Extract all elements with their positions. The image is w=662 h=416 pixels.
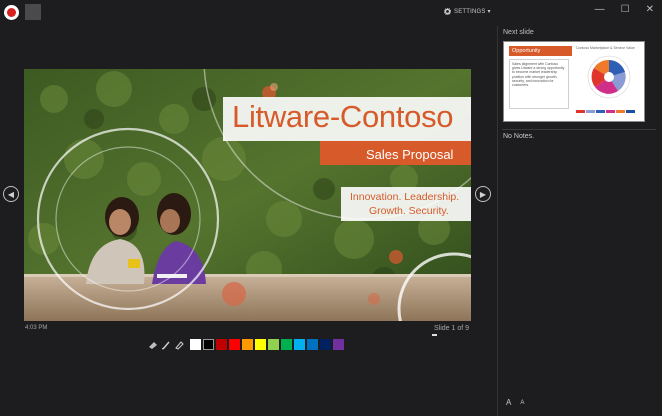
pen-color-swatch[interactable] [294,339,305,350]
legend-chip [616,110,625,113]
increase-font-button[interactable]: A [506,398,511,407]
settings-label: SETTINGS ▾ [454,9,491,15]
pen-color-swatch[interactable] [320,339,331,350]
pen-color-swatch[interactable] [203,339,214,350]
legend-chip [626,110,635,113]
next-slide-body: Sales alignment with Contoso gives Litwa… [509,59,569,109]
next-slide-thumbnail[interactable]: Opportunity Sales alignment with Contoso… [503,41,645,122]
next-slide-button[interactable]: ▶ [475,186,491,202]
next-slide-pie-chart [587,55,631,99]
decrease-font-button[interactable]: A [520,398,524,407]
chevron-right-icon: ▶ [479,189,487,199]
settings-button[interactable]: SETTINGS ▾ [444,8,491,15]
slide-title: Litware-Contoso [232,99,454,134]
pen-color-swatch[interactable] [216,339,227,350]
annotation-toolbar [147,339,344,350]
eraser-tool[interactable] [147,339,158,350]
next-slide-label: Next slide [503,29,534,36]
legend-chip [576,110,585,113]
pen-color-swatch[interactable] [268,339,279,350]
pen-color-swatch[interactable] [333,339,344,350]
next-slide-chart-title: Contoso Marketplace & Service Value [576,46,635,50]
chevron-left-icon: ◀ [7,189,15,199]
pen-color-swatch[interactable] [190,339,201,350]
pen-color-swatch[interactable] [307,339,318,350]
pen-color-palette [190,339,344,350]
next-slide-header: Opportunity [509,46,572,56]
pen-color-swatch[interactable] [255,339,266,350]
legend-chip [586,110,595,113]
pen-color-swatch[interactable] [242,339,253,350]
pen-tool[interactable] [160,339,171,350]
legend-chip [606,110,615,113]
close-button[interactable]: ✕ [646,4,654,15]
record-button[interactable] [4,5,19,20]
pen-color-swatch[interactable] [281,339,292,350]
previous-slide-button[interactable]: ◀ [3,186,19,202]
slide-tagline-1: Innovation. Leadership. [350,191,460,203]
presenter-side-panel: Next slide Opportunity Sales alignment w… [498,26,662,416]
presenter-stage: ◀ ▶ Litware-Contoso Sales Proposal Innov… [0,26,497,416]
minimize-button[interactable]: — [595,4,605,15]
clock: 4:03 PM [25,325,48,331]
notes-separator [502,129,656,130]
legend-chip [596,110,605,113]
slide-tagline-2: Growth. Security. [369,205,449,217]
record-icon [7,8,16,17]
progress-indicator [432,334,437,336]
pen-icon [161,341,170,349]
highlighter-icon [174,340,184,350]
current-slide[interactable]: Litware-Contoso Sales Proposal Innovatio… [24,69,471,321]
slide-subtitle: Sales Proposal [366,147,454,162]
eraser-icon [148,341,157,349]
slide-counter: Slide 1 of 9 [433,325,469,332]
stop-button[interactable] [25,4,41,20]
speaker-notes: No Notes. [503,133,535,140]
highlighter-tool[interactable] [173,339,184,350]
maximize-button[interactable]: ☐ [621,4,630,15]
top-toolbar: SETTINGS ▾ — ☐ ✕ [0,0,662,26]
next-slide-legend [576,110,635,113]
gear-icon [444,8,451,15]
pen-color-swatch[interactable] [229,339,240,350]
